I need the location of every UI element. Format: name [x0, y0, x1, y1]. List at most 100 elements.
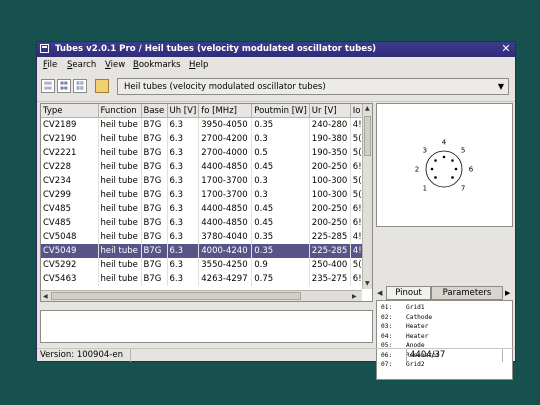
close-icon[interactable]: ✕: [500, 43, 512, 55]
pin-function: Grid1: [406, 304, 425, 311]
table-cell: 6.3: [167, 258, 200, 272]
table-row[interactable]: CV2221 heil tube B7G 6.3 2700-4000 0.5 190-350…: [41, 146, 365, 160]
table-cell: CV485: [41, 216, 99, 230]
menu-file[interactable]: File: [43, 60, 57, 70]
table-row[interactable]: CV485 heil tube B7G 6.3 4400-4850 0.45 200-250…: [41, 216, 365, 230]
table-view-icon[interactable]: ▦▦ ▦▦: [57, 79, 71, 93]
table-cell: CV5049: [41, 244, 99, 258]
table-cell: 0.35: [251, 244, 310, 258]
table-cell: 6.3: [167, 244, 200, 258]
table-cell: heil tube: [98, 258, 142, 272]
title-bar[interactable]: Tubes v2.0.1 Pro / Heil tubes (velocity …: [37, 42, 515, 57]
table-row[interactable]: CV2190 heil tube B7G 6.3 2700-4200 0.3 190-380…: [41, 132, 365, 146]
vertical-scroll-thumb[interactable]: [364, 116, 371, 156]
table-cell: 6.3: [167, 174, 200, 188]
table-row[interactable]: CV5048 heil tube B7G 6.3 3780-4040 0.35 225-28…: [41, 230, 365, 244]
table-row[interactable]: CV299 heil tube B7G 6.3 1700-3700 0.3 100-300 5…: [41, 188, 365, 202]
column-header-fo[interactable]: fo [MHz]: [198, 104, 253, 118]
table-cell: 3780-4040: [198, 230, 253, 244]
pin-dot: [442, 155, 446, 159]
table-cell: 6.3: [167, 272, 200, 286]
pin-dot: [434, 159, 437, 162]
pin-function: Heater: [406, 332, 429, 340]
list-view-icon[interactable]: ▤▤ ▤▤: [41, 79, 55, 93]
table-cell: 3950-4050: [198, 117, 253, 132]
column-header-function[interactable]: Function: [98, 104, 142, 118]
table-cell: 3550-4250: [198, 258, 253, 272]
table-cell: heil tube: [98, 132, 142, 146]
menu-view[interactable]: View: [105, 60, 125, 70]
table-cell: 2700-4200: [198, 132, 253, 146]
table-cell: 200-250: [309, 216, 351, 230]
table-cell: 0.3: [251, 132, 310, 146]
scroll-up-icon[interactable]: ▲: [365, 105, 370, 112]
table-cell: CV228: [41, 160, 99, 174]
table-cell: 225-285: [309, 230, 351, 244]
window-title: Tubes v2.0.1 Pro / Heil tubes (velocity …: [55, 44, 377, 54]
table-cell: 225-285: [309, 244, 351, 258]
pin-number: 03:: [381, 323, 393, 330]
table-row[interactable]: CV5292 heil tube B7G 6.3 3550-4250 0.9 250-400…: [41, 258, 365, 272]
pin-number: 04:: [381, 332, 393, 340]
table-row[interactable]: CV228 heil tube B7G 6.3 4400-4850 0.45 200-250…: [41, 160, 365, 174]
table-cell: 0.9: [251, 258, 310, 272]
column-header-uh[interactable]: Uh [V]: [167, 104, 200, 118]
table-cell: heil tube: [98, 117, 142, 132]
scroll-down-icon[interactable]: ▼: [365, 280, 370, 287]
tab-pinout[interactable]: Pinout: [386, 286, 431, 300]
pinout-list: 01: Grid1 02: Cathode 03: Heater 04: Heater 05: A…: [376, 300, 513, 380]
menu-search[interactable]: Search: [67, 60, 96, 70]
table-horizontal-scrollbar[interactable]: ◀ ▶: [41, 290, 362, 301]
pin-number: 02:: [381, 313, 393, 321]
menu-bookmarks[interactable]: Bookmarks: [133, 60, 181, 70]
notes-area[interactable]: [40, 310, 373, 343]
table-row[interactable]: CV485 heil tube B7G 6.3 4400-4850 0.45 200-250…: [41, 202, 365, 216]
table-vertical-scrollbar[interactable]: ▲ ▼: [362, 104, 372, 289]
table-cell: 0.75: [251, 272, 310, 286]
table-cell: 6.3: [167, 146, 200, 160]
table-cell: CV5292: [41, 258, 99, 272]
pin-dot: [434, 176, 437, 179]
tube-base-drawing: 1 2 3 4 5 6 7: [415, 139, 474, 193]
table-cell: B7G: [141, 188, 168, 202]
details-panel: 1 2 3 4 5 6 7 ◀ Pinout Parameters ▶ 01: Grid1 02…: [376, 103, 513, 380]
horizontal-scroll-thumb[interactable]: [51, 292, 301, 300]
pin-function: Heater: [406, 323, 429, 330]
table-cell: CV2190: [41, 132, 99, 146]
category-select[interactable]: Heil tubes (velocity modulated oscillato…: [117, 78, 509, 95]
table-cell: 190-350: [309, 146, 351, 160]
resize-grip-icon[interactable]: [503, 349, 515, 362]
pin-label: 2: [415, 166, 419, 174]
column-header-poutmin[interactable]: Poutmin [W]: [251, 104, 310, 118]
tab-scroll-right-icon[interactable]: ▶: [505, 289, 510, 297]
table-row[interactable]: CV2189 heil tube B7G 6.3 3950-4050 0.35 240-28…: [41, 117, 365, 132]
table-cell: 6.3: [167, 216, 200, 230]
chevron-down-icon[interactable]: ▼: [498, 82, 504, 91]
menu-bar: File Search View Bookmarks Help: [37, 57, 515, 73]
table-cell: CV2189: [41, 117, 99, 132]
status-bar: Version: 100904-en 4404/37: [37, 348, 515, 362]
table-cell: B7G: [141, 244, 168, 258]
open-folder-icon[interactable]: [95, 79, 109, 93]
scroll-left-icon[interactable]: ◀: [43, 293, 48, 300]
table-row[interactable]: CV5463 heil tube B7G 6.3 4263-4297 0.75 235-27…: [41, 272, 365, 286]
table-cell: 190-380: [309, 132, 351, 146]
tab-parameters[interactable]: Parameters: [431, 286, 503, 300]
compare-view-icon[interactable]: ▥▥ ▥▥: [73, 79, 87, 93]
table-cell: CV299: [41, 188, 99, 202]
table-cell: 235-275: [309, 272, 351, 286]
pin-label: 7: [461, 185, 465, 193]
menu-help[interactable]: Help: [189, 60, 208, 70]
column-header-type[interactable]: Type: [41, 104, 99, 118]
window-menu-icon[interactable]: [40, 44, 49, 53]
column-header-ur[interactable]: Ur [V]: [309, 104, 351, 118]
column-header-base[interactable]: Base: [141, 104, 168, 118]
tab-scroll-left-icon[interactable]: ◀: [377, 289, 382, 297]
table-cell: heil tube: [98, 216, 142, 230]
table-row[interactable]: CV5049 heil tube B7G 6.3 4000-4240 0.35 225-28…: [41, 244, 365, 258]
table-cell: 0.35: [251, 230, 310, 244]
table-row[interactable]: CV234 heil tube B7G 6.3 1700-3700 0.3 100-300 5…: [41, 174, 365, 188]
scroll-right-icon[interactable]: ▶: [352, 293, 357, 300]
table-cell: CV5048: [41, 230, 99, 244]
pin-number: 07:: [381, 361, 393, 368]
